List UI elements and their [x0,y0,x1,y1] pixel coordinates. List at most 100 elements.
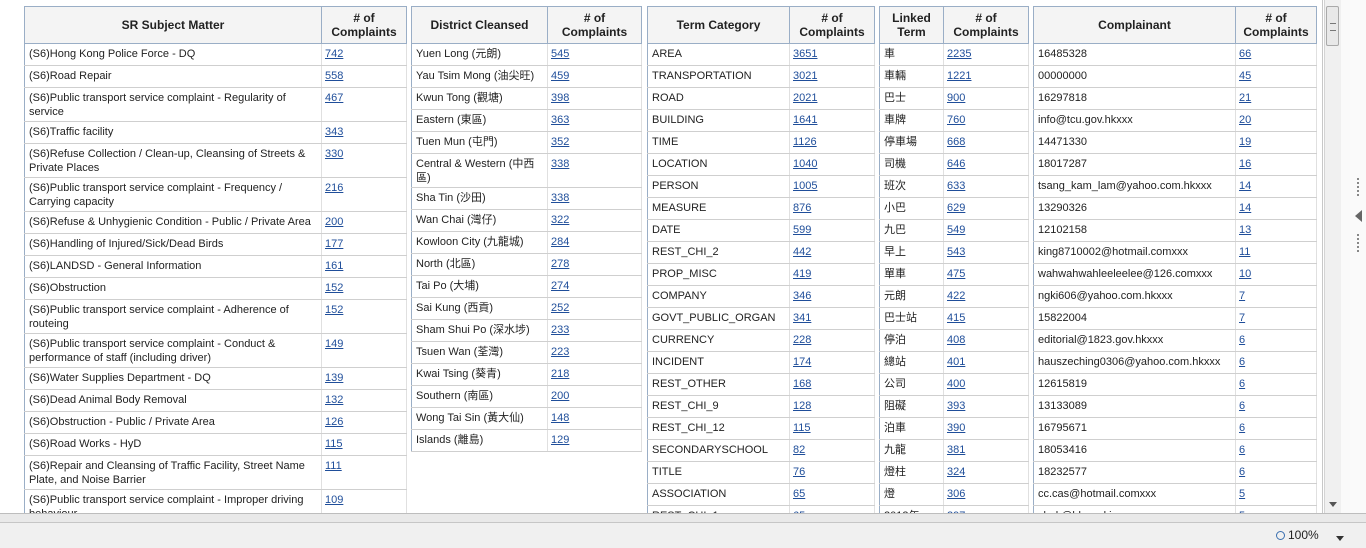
complaint-count-link[interactable]: 599 [793,224,811,236]
complaint-count-link[interactable]: 14 [1239,202,1251,214]
complaint-count-link[interactable]: 338 [551,158,569,170]
complaint-count-link[interactable]: 3651 [793,48,817,60]
complaint-count-link[interactable]: 1005 [793,180,817,192]
complaint-count-link[interactable]: 115 [325,438,343,450]
complaint-count-link[interactable]: 19 [1239,136,1251,148]
complaint-count-link[interactable]: 109 [325,494,343,506]
complaint-count-link[interactable]: 111 [325,460,342,472]
complaint-count-link[interactable]: 174 [793,356,811,368]
complaint-count-link[interactable]: 223 [551,346,569,358]
complaint-count-link[interactable]: 646 [947,158,965,170]
complaint-count-link[interactable]: 278 [551,258,569,270]
complaint-count-link[interactable]: 475 [947,268,965,280]
complaint-count-link[interactable]: 129 [551,434,569,446]
complaint-count-link[interactable]: 341 [793,312,811,324]
complaint-count-link[interactable]: 10 [1239,268,1251,280]
complaint-count-link[interactable]: 152 [325,304,343,316]
complaint-count-link[interactable]: 233 [551,324,569,336]
complaint-count-link[interactable]: 467 [325,92,343,104]
complaint-count-link[interactable]: 252 [551,302,569,314]
complaint-count-link[interactable]: 200 [325,216,343,228]
complaint-count-link[interactable]: 760 [947,114,965,126]
complaint-count-link[interactable]: 322 [551,214,569,226]
complaint-count-link[interactable]: 629 [947,202,965,214]
complaint-count-link[interactable]: 11 [1239,246,1250,258]
complaint-count-link[interactable]: 408 [947,334,965,346]
complaint-count-link[interactable]: 668 [947,136,965,148]
complaint-count-link[interactable]: 558 [325,70,343,82]
complaint-count-link[interactable]: 545 [551,48,569,60]
complaint-count-link[interactable]: 274 [551,280,569,292]
complaint-count-link[interactable]: 324 [947,466,965,478]
complaint-count-link[interactable]: 338 [551,192,569,204]
chevron-down-icon[interactable] [1336,536,1344,541]
scroll-down-arrow-icon[interactable] [1329,502,1337,507]
complaint-count-link[interactable]: 900 [947,92,965,104]
complaint-count-link[interactable]: 7 [1239,290,1245,302]
complaint-count-link[interactable]: 306 [947,488,965,500]
complaint-count-link[interactable]: 5 [1239,488,1245,500]
complaint-count-link[interactable]: 346 [793,290,811,302]
complaint-count-link[interactable]: 6 [1239,400,1245,412]
complaint-count-link[interactable]: 390 [947,422,965,434]
complaint-count-link[interactable]: 876 [793,202,811,214]
complaint-count-link[interactable]: 139 [325,372,343,384]
zoom-control[interactable]: 100% [1276,528,1319,542]
complaint-count-link[interactable]: 6 [1239,356,1245,368]
complaint-count-link[interactable]: 6 [1239,466,1245,478]
complaint-count-link[interactable]: 459 [551,70,569,82]
complaint-count-link[interactable]: 115 [793,422,811,434]
complaint-count-link[interactable]: 13 [1239,224,1251,236]
complaint-count-link[interactable]: 633 [947,180,965,192]
complaint-count-link[interactable]: 543 [947,246,965,258]
complaint-count-link[interactable]: 415 [947,312,965,324]
complaint-count-link[interactable]: 381 [947,444,965,456]
complaint-count-link[interactable]: 76 [793,466,805,478]
complaint-count-link[interactable]: 7 [1239,312,1245,324]
complaint-count-link[interactable]: 21 [1239,92,1251,104]
complaint-count-link[interactable]: 6 [1239,422,1245,434]
complaint-count-link[interactable]: 742 [325,48,343,60]
complaint-count-link[interactable]: 152 [325,282,343,294]
complaint-count-link[interactable]: 177 [325,238,343,250]
complaint-count-link[interactable]: 330 [325,148,343,160]
vertical-scrollbar[interactable] [1324,0,1341,513]
complaint-count-link[interactable]: 2021 [793,92,817,104]
complaint-count-link[interactable]: 20 [1239,114,1251,126]
complaint-count-link[interactable]: 6 [1239,334,1245,346]
complaint-count-link[interactable]: 398 [551,92,569,104]
complaint-count-link[interactable]: 149 [325,338,343,350]
complaint-count-link[interactable]: 14 [1239,180,1251,192]
complaint-count-link[interactable]: 393 [947,400,965,412]
complaint-count-link[interactable]: 1221 [947,70,971,82]
complaint-count-link[interactable]: 45 [1239,70,1251,82]
complaint-count-link[interactable]: 419 [793,268,811,280]
complaint-count-link[interactable]: 6 [1239,378,1245,390]
complaint-count-link[interactable]: 6 [1239,444,1245,456]
complaint-count-link[interactable]: 161 [325,260,343,272]
complaint-count-link[interactable]: 65 [793,488,805,500]
complaint-count-link[interactable]: 66 [1239,48,1251,60]
complaint-count-link[interactable]: 132 [325,394,343,406]
complaint-count-link[interactable]: 284 [551,236,569,248]
complaint-count-link[interactable]: 1126 [793,136,817,148]
complaint-count-link[interactable]: 218 [551,368,569,380]
complaint-count-link[interactable]: 82 [793,444,805,456]
complaint-count-link[interactable]: 228 [793,334,811,346]
complaint-count-link[interactable]: 3021 [793,70,817,82]
complaint-count-link[interactable]: 216 [325,182,343,194]
complaint-count-link[interactable]: 128 [793,400,811,412]
complaint-count-link[interactable]: 549 [947,224,965,236]
complaint-count-link[interactable]: 148 [551,412,569,424]
complaint-count-link[interactable]: 16 [1239,158,1251,170]
complaint-count-link[interactable]: 126 [325,416,343,428]
complaint-count-link[interactable]: 200 [551,390,569,402]
complaint-count-link[interactable]: 168 [793,378,811,390]
collapse-left-arrow-icon[interactable] [1355,210,1362,222]
complaint-count-link[interactable]: 2235 [947,48,971,60]
complaint-count-link[interactable]: 442 [793,246,811,258]
complaint-count-link[interactable]: 422 [947,290,965,302]
complaint-count-link[interactable]: 363 [551,114,569,126]
complaint-count-link[interactable]: 343 [325,126,343,138]
complaint-count-link[interactable]: 1641 [793,114,817,126]
